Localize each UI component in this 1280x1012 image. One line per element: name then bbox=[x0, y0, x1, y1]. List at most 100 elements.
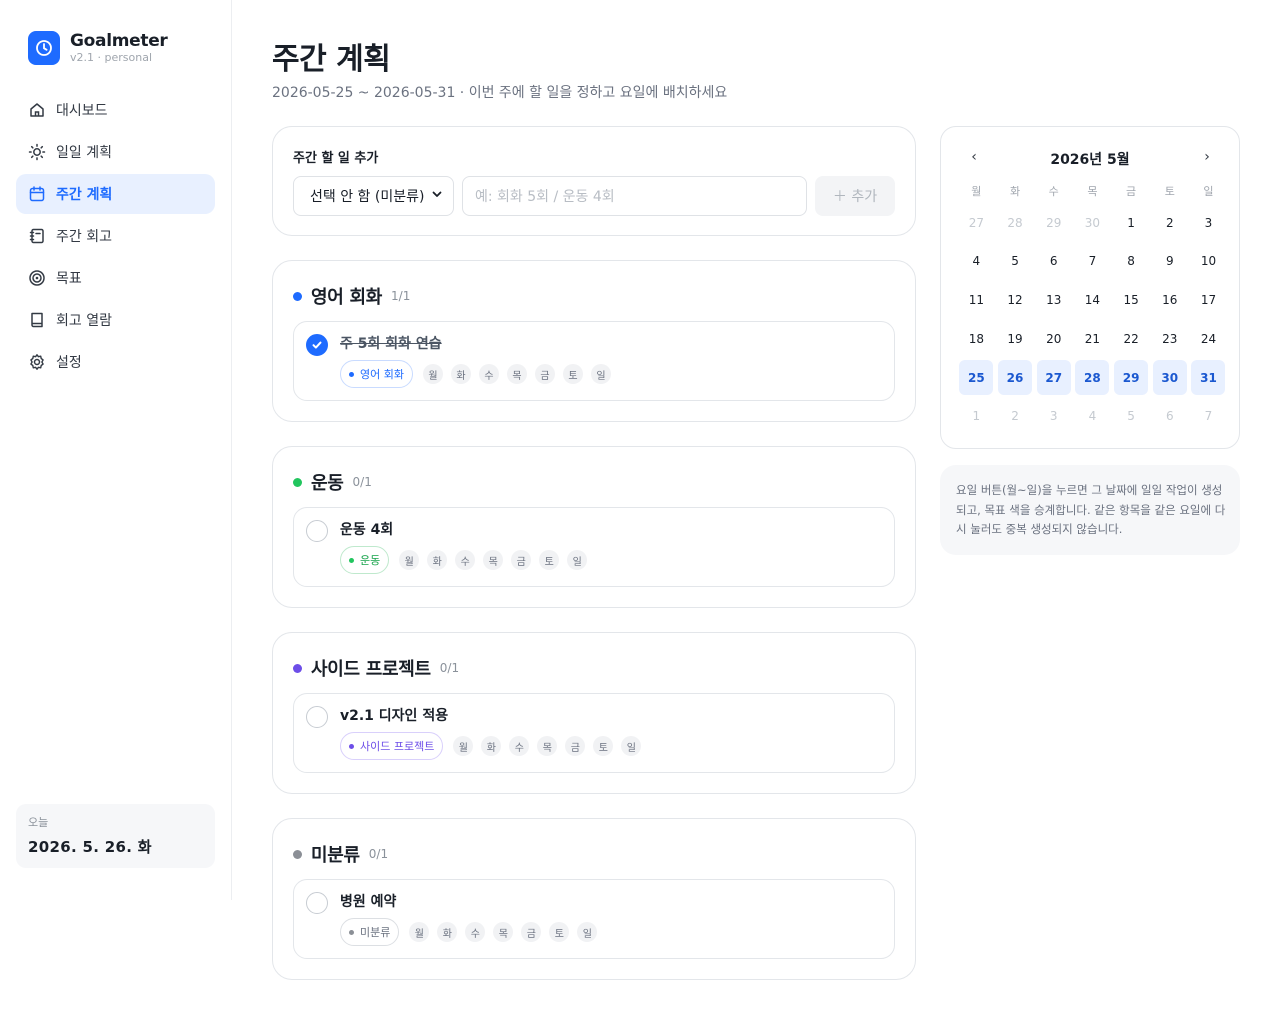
weekday-button[interactable]: 일 bbox=[621, 736, 642, 756]
calendar-day[interactable]: 15 bbox=[1114, 283, 1148, 318]
weekday-button[interactable]: 월 bbox=[453, 736, 474, 756]
calendar-day-current-week[interactable]: 29 bbox=[1114, 360, 1149, 396]
calendar-day[interactable]: 1 bbox=[959, 399, 993, 434]
calendar-weekday-label: 금 bbox=[1126, 185, 1137, 198]
calendar-day[interactable]: 27 bbox=[959, 205, 993, 240]
weekday-button[interactable]: 수 bbox=[455, 550, 476, 570]
weekday-button[interactable]: 목 bbox=[483, 550, 504, 570]
weekday-button[interactable]: 화 bbox=[450, 364, 471, 384]
calendar-day[interactable]: 18 bbox=[959, 321, 993, 356]
weekday-button[interactable]: 월 bbox=[422, 364, 443, 384]
calendar-day-current-week[interactable]: 30 bbox=[1152, 360, 1187, 396]
calendar-day[interactable]: 13 bbox=[1037, 283, 1071, 318]
calendar-weekday-label: 월 bbox=[971, 185, 982, 198]
calendar-day[interactable]: 24 bbox=[1191, 321, 1225, 356]
calendar-day[interactable]: 6 bbox=[1037, 244, 1071, 279]
calendar-day[interactable]: 30 bbox=[1075, 205, 1109, 240]
sidebar-item-review-archive[interactable]: 회고 열람 bbox=[16, 300, 215, 340]
calendar-day[interactable]: 16 bbox=[1153, 283, 1187, 318]
calendar-day[interactable]: 10 bbox=[1191, 244, 1225, 279]
calendar-day[interactable]: 19 bbox=[998, 321, 1032, 356]
group-color-dot bbox=[293, 663, 302, 673]
calendar-day[interactable]: 22 bbox=[1114, 321, 1148, 356]
weekday-button[interactable]: 금 bbox=[534, 364, 555, 384]
calendar-day[interactable]: 5 bbox=[1114, 399, 1148, 434]
weekday-button[interactable]: 수 bbox=[509, 736, 530, 756]
task-checkbox[interactable] bbox=[306, 334, 328, 356]
weekday-button[interactable]: 수 bbox=[478, 364, 499, 384]
sidebar-item-weekly-review[interactable]: 주간 회고 bbox=[16, 216, 215, 256]
goal-chip-label: 사이드 프로젝트 bbox=[360, 740, 435, 753]
weekday-button[interactable]: 토 bbox=[562, 364, 583, 384]
calendar-day[interactable]: 21 bbox=[1075, 321, 1109, 356]
goal-chip: 사이드 프로젝트 bbox=[340, 732, 444, 760]
calendar-icon bbox=[28, 185, 46, 203]
calendar-day[interactable]: 28 bbox=[998, 205, 1032, 240]
calendar-day[interactable]: 9 bbox=[1153, 244, 1187, 279]
weekday-button[interactable]: 토 bbox=[593, 736, 614, 756]
weekday-button[interactable]: 목 bbox=[493, 922, 514, 942]
weekday-button[interactable]: 일 bbox=[590, 364, 611, 384]
calendar-day[interactable]: 2 bbox=[1153, 205, 1187, 240]
weekday-button[interactable]: 금 bbox=[521, 922, 542, 942]
weekday-button[interactable]: 화 bbox=[437, 922, 458, 942]
calendar-day-current-week[interactable]: 31 bbox=[1191, 360, 1226, 396]
calendar-day[interactable]: 11 bbox=[959, 283, 993, 318]
calendar-day[interactable]: 7 bbox=[1191, 399, 1225, 434]
calendar-day[interactable]: 14 bbox=[1075, 283, 1109, 318]
weekday-button[interactable]: 토 bbox=[549, 922, 570, 942]
calendar-day[interactable]: 1 bbox=[1114, 205, 1148, 240]
calendar-day[interactable]: 5 bbox=[998, 244, 1032, 279]
task-checkbox[interactable] bbox=[306, 892, 328, 914]
calendar-day-current-week[interactable]: 26 bbox=[998, 360, 1033, 396]
weekday-button[interactable]: 일 bbox=[567, 550, 588, 570]
home-icon bbox=[28, 101, 46, 119]
sidebar-item-weekly-plan[interactable]: 주간 계획 bbox=[16, 174, 215, 214]
group-color-dot bbox=[293, 291, 302, 301]
task-title: 병원 예약 bbox=[340, 894, 397, 910]
weekday-button[interactable]: 수 bbox=[465, 922, 486, 942]
calendar-day[interactable]: 3 bbox=[1037, 399, 1071, 434]
brand[interactable]: Goalmeter v2.1 · personal bbox=[28, 31, 168, 65]
calendar-day[interactable]: 7 bbox=[1075, 244, 1109, 279]
group-count: 0/1 bbox=[368, 847, 389, 861]
calendar-next-button[interactable]: › bbox=[1197, 149, 1217, 165]
calendar-day-current-week[interactable]: 28 bbox=[1075, 360, 1110, 396]
calendar-day[interactable]: 20 bbox=[1037, 321, 1071, 356]
weekday-button[interactable]: 일 bbox=[577, 922, 598, 942]
sidebar-item-daily-plan[interactable]: 일일 계획 bbox=[16, 132, 215, 172]
task-input[interactable]: 예: 회화 5회 / 운동 4회 bbox=[462, 176, 807, 216]
calendar-day-current-week[interactable]: 27 bbox=[1036, 360, 1071, 396]
sidebar-item-goals[interactable]: 목표 bbox=[16, 258, 215, 298]
weekday-button[interactable]: 월 bbox=[409, 922, 430, 942]
weekday-button[interactable]: 금 bbox=[511, 550, 532, 570]
calendar-day[interactable]: 8 bbox=[1114, 244, 1148, 279]
calendar-day[interactable]: 23 bbox=[1153, 321, 1187, 356]
goal-select[interactable]: 선택 안 함 (미분류) bbox=[293, 176, 454, 216]
calendar-day[interactable]: 4 bbox=[959, 244, 993, 279]
sidebar-item-settings[interactable]: 설정 bbox=[16, 342, 215, 382]
weekday-button[interactable]: 월 bbox=[399, 550, 420, 570]
brand-name: Goalmeter bbox=[70, 31, 168, 51]
task-checkbox[interactable] bbox=[306, 706, 328, 728]
calendar-day[interactable]: 17 bbox=[1191, 283, 1225, 318]
weekday-button[interactable]: 화 bbox=[427, 550, 448, 570]
goal-group-card: 사이드 프로젝트 0/1 v2.1 디자인 적용 사이드 프로젝트 월화수목금토… bbox=[272, 632, 916, 794]
task-checkbox[interactable] bbox=[306, 520, 328, 542]
weekday-button[interactable]: 토 bbox=[539, 550, 560, 570]
calendar-day[interactable]: 12 bbox=[998, 283, 1032, 318]
calendar-day[interactable]: 3 bbox=[1191, 205, 1225, 240]
weekday-button[interactable]: 금 bbox=[565, 736, 586, 756]
calendar-day[interactable]: 29 bbox=[1037, 205, 1071, 240]
calendar-day[interactable]: 2 bbox=[998, 399, 1032, 434]
sidebar-item-label: 대시보드 bbox=[56, 103, 108, 119]
weekday-button[interactable]: 목 bbox=[506, 364, 527, 384]
calendar-day[interactable]: 4 bbox=[1075, 399, 1109, 434]
add-button[interactable]: ＋ 추가 bbox=[815, 176, 895, 216]
weekday-button[interactable]: 목 bbox=[537, 736, 558, 756]
goal-chip: 미분류 bbox=[340, 918, 400, 946]
weekday-button[interactable]: 화 bbox=[481, 736, 502, 756]
calendar-day[interactable]: 6 bbox=[1153, 399, 1187, 434]
sidebar-item-dashboard[interactable]: 대시보드 bbox=[16, 90, 215, 130]
calendar-day-current-week[interactable]: 25 bbox=[959, 360, 994, 396]
